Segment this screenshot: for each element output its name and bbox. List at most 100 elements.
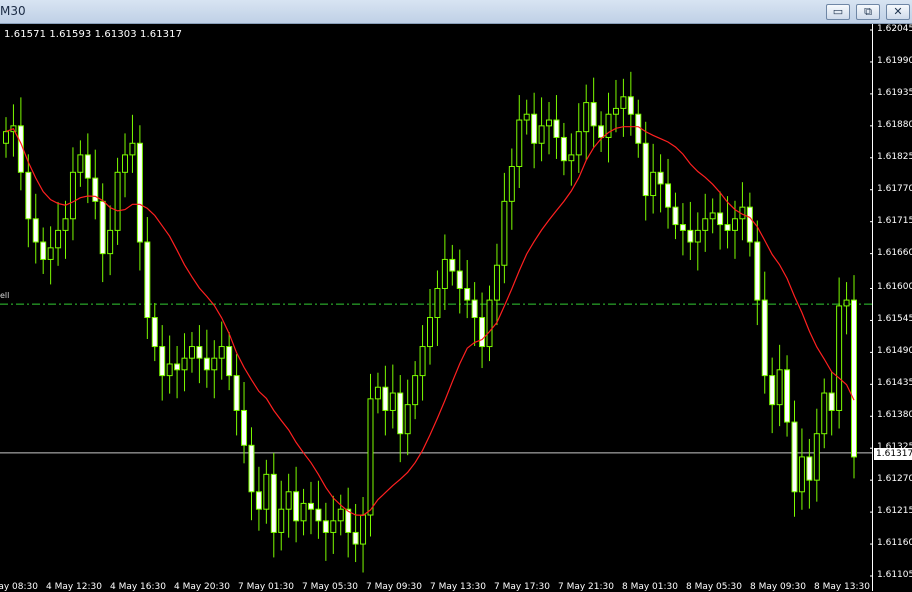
- candle-body: [784, 369, 791, 423]
- candle-body: [419, 346, 426, 377]
- candle-body: [337, 508, 344, 522]
- candle-body: [412, 375, 419, 406]
- candle-body: [32, 218, 39, 243]
- candle-body: [40, 241, 47, 260]
- candle-body: [776, 369, 783, 406]
- candle-body: [144, 241, 151, 319]
- candle-body: [278, 508, 285, 533]
- candle-body: [255, 491, 262, 510]
- candle-body: [188, 346, 195, 359]
- candle-body: [746, 206, 753, 243]
- candle-body: [315, 508, 322, 522]
- candle-body: [612, 107, 619, 115]
- level-label: ell: [0, 291, 10, 300]
- candle-body: [84, 154, 91, 179]
- candle-body: [508, 166, 515, 202]
- candle-body: [174, 363, 181, 371]
- candle-body: [553, 119, 560, 138]
- price-chart[interactable]: [0, 24, 873, 591]
- candle-body: [501, 200, 508, 266]
- candle-body: [367, 398, 374, 516]
- candle-body: [456, 270, 463, 289]
- candle-body: [62, 218, 69, 231]
- candle-body: [226, 346, 233, 377]
- candle-body: [218, 346, 225, 359]
- y-tick-label: 1.62045: [877, 24, 912, 34]
- candle-body: [159, 346, 166, 377]
- candle-body: [233, 375, 240, 411]
- candle-body: [821, 392, 828, 435]
- candle-body: [427, 317, 433, 348]
- candle-body: [828, 392, 835, 411]
- y-tick-label: 1.61160: [877, 538, 912, 549]
- candle-body: [620, 96, 627, 109]
- window-titlebar: M30 ▭ ⧉ ✕: [0, 0, 912, 24]
- candle-body: [99, 200, 106, 255]
- candle-body: [531, 113, 538, 144]
- y-tick-label: 1.61660: [877, 247, 912, 258]
- candle-body: [687, 229, 694, 243]
- candle-body: [717, 212, 724, 226]
- candle-body: [330, 520, 337, 533]
- y-tick-label: 1.61715: [877, 215, 912, 226]
- y-tick-label: 1.61215: [877, 506, 912, 517]
- candle-body: [129, 142, 136, 156]
- y-tick-label: 1.61935: [877, 87, 912, 98]
- y-tick-label: 1.61880: [877, 119, 912, 130]
- candle-body: [791, 421, 798, 493]
- y-tick-label: 1.61825: [877, 151, 912, 162]
- candle-body: [672, 206, 679, 226]
- candle-body: [471, 299, 478, 319]
- candle-body: [322, 520, 329, 533]
- candle-body: [374, 386, 381, 400]
- minimize-button[interactable]: ▭: [826, 4, 850, 20]
- candle-body: [263, 473, 270, 510]
- candle-body: [709, 212, 716, 220]
- candle-body: [665, 183, 672, 208]
- candle-body: [546, 119, 553, 127]
- y-tick-label: 1.61435: [877, 378, 912, 389]
- candle-body: [657, 171, 664, 185]
- candle-body: [211, 357, 218, 371]
- candle-body: [627, 96, 634, 115]
- candle-body: [360, 514, 367, 545]
- candle-body: [806, 456, 813, 481]
- candle-body: [382, 386, 389, 411]
- candle-body: [285, 491, 292, 510]
- candle-body: [538, 125, 545, 144]
- candle-body: [642, 142, 649, 197]
- candle-body: [181, 357, 188, 371]
- candle-body: [761, 299, 768, 377]
- close-button[interactable]: ✕: [886, 4, 910, 20]
- candle-body: [843, 299, 850, 307]
- candle-body: [449, 258, 456, 272]
- candle-body: [136, 142, 143, 243]
- candle-body: [493, 264, 500, 301]
- ohlc-readout: 1.61571 1.61593 1.61303 1.61317: [4, 29, 183, 40]
- candle-body: [769, 375, 776, 406]
- candle-body: [702, 218, 709, 231]
- candle-body: [196, 346, 203, 359]
- candle-body: [300, 502, 307, 522]
- candle-body: [560, 136, 567, 162]
- candle-body: [25, 171, 32, 220]
- candle-body: [3, 131, 9, 144]
- y-tick-label: 1.61545: [877, 314, 912, 325]
- candle-body: [69, 171, 76, 220]
- candle-body: [851, 299, 857, 458]
- candle-body: [516, 119, 523, 167]
- candle-body: [575, 131, 582, 156]
- candle-body: [798, 456, 805, 493]
- candle-body: [731, 218, 738, 231]
- y-tick-label: 1.61770: [877, 183, 912, 194]
- candle-body: [404, 404, 411, 435]
- candle-body: [107, 229, 114, 255]
- candle-body: [389, 392, 396, 411]
- candle-body: [166, 363, 173, 377]
- candle-body: [151, 317, 158, 348]
- candle-body: [836, 305, 843, 411]
- restore-button[interactable]: ⧉: [856, 4, 880, 20]
- candle-body: [352, 531, 359, 545]
- candle-body: [397, 392, 404, 435]
- y-tick-label: 1.61990: [877, 55, 912, 66]
